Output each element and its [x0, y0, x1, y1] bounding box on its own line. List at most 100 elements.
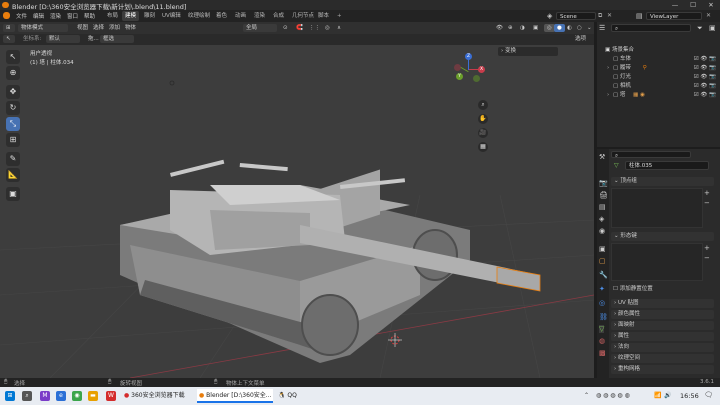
world-tab-icon[interactable]: ◉ — [599, 227, 605, 235]
visibility-toggle-icons[interactable]: ☑ 👁 📷 — [694, 64, 716, 73]
new-collection-icon[interactable]: ▣ — [709, 24, 716, 32]
n-panel-transform-header[interactable]: › 变换 — [498, 47, 558, 56]
gizmo-icon[interactable]: ⊕ — [505, 24, 516, 32]
outliner-item-lights[interactable]: ▢ 灯光 ☑ 👁 📷 — [597, 73, 720, 82]
vertex-group-list[interactable] — [611, 188, 703, 228]
expand-arrow-icon[interactable]: › — [607, 92, 609, 98]
snap-icon[interactable]: 🧲 — [293, 24, 306, 32]
section-face-maps[interactable]: › 面映射 — [611, 321, 714, 330]
visibility-toggle-icons[interactable]: ☑ 👁 📷 — [694, 73, 716, 82]
workspace-tab-sculpt[interactable]: 雕刻 — [141, 11, 158, 21]
outliner-item-camera[interactable]: ▢ 相机 ☑ 👁 📷 — [597, 82, 720, 91]
network-icon[interactable]: 📶 — [654, 392, 661, 399]
workspace-tab-scripting[interactable]: 脚本 — [315, 11, 332, 21]
taskbar-item-browser[interactable]: ● 360安全浏览器下载 — [122, 389, 194, 403]
tray-chevron-icon[interactable]: ⌃ — [584, 392, 589, 399]
workspace-tab-compositing[interactable]: 合成 — [270, 11, 287, 21]
section-vertex-groups[interactable]: ⌄ 顶点组 — [611, 177, 714, 186]
texture-tab-icon[interactable]: ▩ — [599, 349, 606, 357]
section-shape-keys[interactable]: ⌄ 形态键 — [611, 232, 714, 241]
visibility-toggle-icons[interactable]: ☑ 👁 📷 — [694, 55, 716, 64]
x-axis-icon[interactable]: X — [478, 66, 485, 73]
app-icon-browser[interactable]: e — [56, 391, 66, 401]
tool-select-box[interactable]: ↖ — [6, 50, 20, 64]
output-tab-icon[interactable]: 🖨 — [599, 191, 608, 199]
workspace-tab-uv[interactable]: UV编辑 — [159, 11, 184, 21]
menu-file[interactable]: 文件 — [16, 12, 27, 20]
add-workspace-button[interactable]: + — [334, 11, 345, 21]
data-tab-icon[interactable]: ▽ — [599, 325, 605, 333]
section-attributes[interactable]: › 属性 — [611, 332, 714, 341]
neg-x-axis-icon[interactable] — [454, 64, 461, 71]
render-tab-icon[interactable]: 📷 — [599, 179, 608, 187]
menu-object[interactable]: 物体 — [122, 24, 139, 32]
object-tab-icon[interactable]: ▢ — [599, 257, 606, 265]
tool-transform[interactable]: ⊞ — [6, 133, 20, 147]
close-button[interactable]: ✕ — [702, 0, 720, 10]
physics-tab-icon[interactable]: ◎ — [599, 299, 605, 307]
volume-icon[interactable]: 🔊 — [664, 392, 671, 399]
notification-icon[interactable]: 🗨 — [704, 391, 713, 399]
material-tab-icon[interactable]: ◍ — [599, 337, 605, 345]
menu-select[interactable]: 选择 — [90, 24, 107, 32]
tool-measure[interactable]: 📐 — [6, 168, 20, 182]
section-uv-maps[interactable]: › UV 贴图 — [611, 299, 714, 308]
camera-view-icon[interactable]: 🎥 — [478, 128, 488, 138]
visibility-toggle-icons[interactable]: ☑ 👁 📷 — [694, 91, 716, 100]
tool-cursor[interactable]: ⊕ — [6, 66, 20, 80]
scene-remove-icon[interactable]: ✕ — [607, 12, 612, 19]
view-layer-selector[interactable]: ViewLayer — [646, 12, 702, 20]
mode-selector[interactable]: 物体模式 — [18, 24, 68, 32]
modifier-tab-icon[interactable]: 🔧 — [599, 271, 608, 279]
expand-arrow-icon[interactable]: › — [607, 65, 609, 71]
windows-start-icon[interactable]: ⊞ — [5, 391, 15, 401]
shading-dropdown-icon[interactable]: ⌄ — [584, 24, 595, 32]
section-texture-space[interactable]: › 纹理空间 — [611, 354, 714, 363]
select-mode-dropdown[interactable]: 框选 — [100, 35, 134, 43]
workspace-tab-layout[interactable]: 布局 — [104, 11, 121, 21]
collection-tab-icon[interactable]: ▣ — [599, 245, 606, 253]
snap-target-icon[interactable]: ⋮⋮ — [306, 24, 323, 32]
tool-scale[interactable]: ⤡ — [6, 117, 20, 131]
menu-window[interactable]: 窗口 — [67, 12, 78, 20]
section-remesh[interactable]: › 重构网格 — [611, 365, 714, 374]
pivot-icon[interactable]: ⊙ — [280, 24, 291, 32]
tool-rotate[interactable]: ↻ — [6, 101, 20, 115]
clock[interactable]: 16:56 — [680, 392, 699, 400]
remove-icon[interactable]: − — [704, 254, 710, 262]
3d-viewport[interactable]: 用户透视 (1) 塔 | 柱体.034 ↖ ⊕ ✥ ↻ ⤡ ⊞ ✎ 📐 ▣ Z … — [0, 45, 594, 378]
particles-tab-icon[interactable]: ✦ — [599, 285, 605, 293]
minimize-button[interactable]: — — [666, 0, 684, 10]
app-icon-wps[interactable]: W — [106, 391, 116, 401]
outliner-item-body[interactable]: ▢ 车体 ☑ 👁 📷 — [597, 55, 720, 64]
app-icon-mail[interactable]: M — [40, 391, 50, 401]
menu-add[interactable]: 添加 — [106, 24, 123, 32]
add-rest-position-checkbox[interactable]: ☐ 添加静置位置 — [613, 284, 653, 292]
pan-hand-icon[interactable]: ✋ — [478, 114, 488, 124]
taskbar-item-blender[interactable]: ● Blender [D:\360安全... — [197, 389, 273, 403]
remove-icon[interactable]: − — [704, 199, 710, 207]
tool-annotate[interactable]: ✎ — [6, 152, 20, 166]
transform-orientation[interactable]: 全局 — [243, 24, 277, 32]
tool-move[interactable]: ✥ — [6, 85, 20, 99]
maximize-button[interactable]: ☐ — [684, 0, 702, 10]
workspace-tab-shading[interactable]: 着色 — [213, 11, 230, 21]
overlay-icon[interactable]: ◑ — [517, 24, 528, 32]
app-icon-explorer[interactable]: ▬ — [88, 391, 98, 401]
menu-view[interactable]: 视图 — [74, 24, 91, 32]
proportional-edit-icon[interactable]: ◎ — [322, 24, 333, 32]
scene-tab-icon[interactable]: ◈ — [599, 215, 604, 223]
navigation-gizmo[interactable]: Z X Y — [452, 53, 486, 87]
menu-edit[interactable]: 编辑 — [33, 12, 44, 20]
object-data-name[interactable]: 柱体.035 — [625, 161, 709, 170]
scene-copy-icon[interactable]: ⧉ — [598, 12, 602, 20]
search-icon[interactable]: ⌕ — [22, 391, 32, 401]
editor-type-icon[interactable]: ⊞ — [3, 24, 15, 32]
view-layer-tab-icon[interactable]: ▤ — [599, 203, 606, 211]
add-icon[interactable]: + — [704, 244, 710, 252]
menu-help[interactable]: 帮助 — [84, 12, 95, 20]
app-icon-360[interactable]: ◉ — [72, 391, 82, 401]
orientation-dropdown[interactable]: 默认 — [46, 35, 80, 43]
constraints-tab-icon[interactable]: ⛓ — [599, 313, 608, 321]
filter-icon[interactable]: ⏷ — [697, 24, 703, 33]
